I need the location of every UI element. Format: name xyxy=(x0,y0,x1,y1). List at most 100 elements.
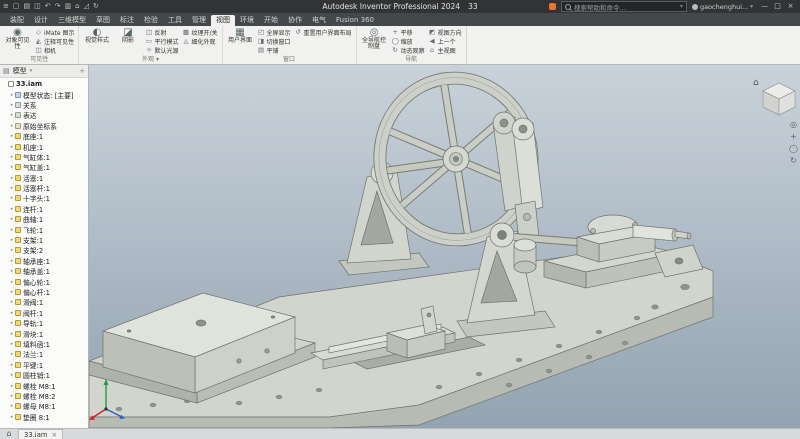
ribbon-small-button-imate[interactable]: ◇iMate 图示 xyxy=(35,28,74,36)
window-close-icon[interactable]: × xyxy=(784,0,797,13)
shadows-button[interactable]: ◪阴影 xyxy=(114,27,141,55)
navigation-wheel-button[interactable]: ◎全导航控制盘 xyxy=(361,27,388,55)
tree-row-7[interactable]: ▸气缸体:1 xyxy=(0,152,88,162)
tree-row-21[interactable]: ▸滑阀:1 xyxy=(0,297,88,307)
tree-row-8[interactable]: ▸气缸盖:1 xyxy=(0,162,88,172)
home-icon[interactable]: ⌂ xyxy=(75,0,79,13)
object-visibility-button[interactable]: ◉对象可见性 xyxy=(4,27,31,55)
user-interface-button[interactable]: ▦用户界面 xyxy=(227,27,254,55)
ribbon-tab-6[interactable]: 工具 xyxy=(163,15,187,26)
ribbon-small-button-switch-windows[interactable]: ◨切换窗口 xyxy=(258,37,291,45)
tree-row-14[interactable]: ▸飞轮:1 xyxy=(0,224,88,234)
tree-row-30[interactable]: ▸螺栓 M8:2 xyxy=(0,391,88,401)
tree-row-11[interactable]: ▸十字头:1 xyxy=(0,193,88,203)
ribbon-small-button-view-face[interactable]: ◩视图方向 xyxy=(429,28,462,36)
orbit-icon[interactable]: ↻ xyxy=(790,157,797,165)
visual-style-button[interactable]: ◐视觉样式 xyxy=(83,27,110,55)
tree-row-16[interactable]: ▸支架:2 xyxy=(0,245,88,255)
tree-row-28[interactable]: ▸圆柱销:1 xyxy=(0,370,88,380)
ribbon-small-button-camera[interactable]: ◫相机 xyxy=(35,46,74,54)
ribbon-small-button-clean-screen[interactable]: ◰全屏显示 xyxy=(258,28,291,36)
window-max-icon[interactable]: □ xyxy=(771,0,784,13)
model-eccentric[interactable] xyxy=(514,239,536,273)
open-file-icon[interactable]: ▤ xyxy=(24,0,31,13)
close-icon[interactable]: × xyxy=(51,431,57,439)
tree-row-13[interactable]: ▸曲轴:1 xyxy=(0,214,88,224)
ribbon-small-button-reflections[interactable]: ◫反射 xyxy=(145,28,178,36)
ribbon-tab-11[interactable]: 协作 xyxy=(283,15,307,26)
ribbon-small-button-reset-ui[interactable]: ↺重置用户界面布局 xyxy=(295,28,352,36)
tree-row-0[interactable]: 33.iam xyxy=(0,79,88,89)
tree-row-15[interactable]: ▸支架:1 xyxy=(0,235,88,245)
refresh-icon[interactable]: ↻ xyxy=(93,0,99,13)
ribbon-tab-4[interactable]: 标注 xyxy=(115,15,139,26)
ribbon-tab-2[interactable]: 三维模型 xyxy=(53,15,91,26)
ribbon-tab-13[interactable]: Fusion 360 xyxy=(331,15,379,26)
tree-label: 飞轮:1 xyxy=(23,225,43,235)
viewport-3d[interactable]: ⌂ ◎ + ◯ ↻ xyxy=(89,65,800,428)
ribbon-tab-3[interactable]: 草图 xyxy=(91,15,115,26)
browser-header[interactable]: ▤ 模型 ▾ + xyxy=(0,65,88,78)
ribbon-small-button-zoom[interactable]: ◯缩放 xyxy=(392,37,425,45)
ribbon-tab-10[interactable]: 开始 xyxy=(259,15,283,26)
ribbon-small-button-lighting[interactable]: ☼默认光源 xyxy=(145,46,178,54)
tree-row-29[interactable]: ▸螺栓 M8:1 xyxy=(0,380,88,390)
nav-wheel-icon[interactable]: ◎ xyxy=(790,121,797,129)
tree-row-25[interactable]: ▸填料函:1 xyxy=(0,339,88,349)
ribbon-tab-8[interactable]: 视图 xyxy=(211,15,235,26)
tree-row-12[interactable]: ▸连杆:1 xyxy=(0,204,88,214)
ribbon-tab-1[interactable]: 设计 xyxy=(29,15,53,26)
viewcube-home-icon[interactable]: ⌂ xyxy=(753,78,759,88)
tree-row-17[interactable]: ▸轴承座:1 xyxy=(0,256,88,266)
tree-row-32[interactable]: ▸垫圈 8:1 xyxy=(0,412,88,422)
ribbon-small-button-pan[interactable]: +平移 xyxy=(392,28,425,36)
zoom-icon[interactable]: ◯ xyxy=(789,145,798,153)
help-search-input[interactable]: 搜索帮助和命令… ▾ xyxy=(561,1,687,12)
ribbon-small-button-home-view[interactable]: ⌂主视图 xyxy=(429,46,462,54)
tree-row-24[interactable]: ▸滑块:1 xyxy=(0,328,88,338)
ribbon-tab-5[interactable]: 检验 xyxy=(139,15,163,26)
tree-row-2[interactable]: ▸关系 xyxy=(0,100,88,110)
print-icon[interactable]: ▥ xyxy=(65,0,72,13)
ribbon-small-button-annotation-visibility[interactable]: ◭注释可见性 xyxy=(35,37,74,45)
tree-row-18[interactable]: ▸轴承盖:1 xyxy=(0,266,88,276)
tree-row-19[interactable]: ▸偏心轮:1 xyxy=(0,276,88,286)
tree-row-31[interactable]: ▸螺母 M8:1 xyxy=(0,401,88,411)
tree-row-3[interactable]: ▸表达 xyxy=(0,110,88,120)
window-min-icon[interactable]: — xyxy=(758,0,771,13)
model-canvas[interactable]: ⌂ xyxy=(89,65,800,428)
user-account-button[interactable]: gaochenghui... ▾ xyxy=(692,3,753,11)
ribbon-tab-7[interactable]: 管理 xyxy=(187,15,211,26)
ribbon-small-button-tile[interactable]: ▤平铺 xyxy=(258,46,291,54)
tree-row-20[interactable]: ▸偏心杆:1 xyxy=(0,287,88,297)
ribbon-small-button-orbit[interactable]: ↻动态观察 xyxy=(392,46,425,54)
tree-row-10[interactable]: ▸活塞杆:1 xyxy=(0,183,88,193)
tree-row-1[interactable]: ▸模型状态: [主要] xyxy=(0,89,88,99)
tree-row-23[interactable]: ▸导轨:1 xyxy=(0,318,88,328)
ribbon-tab-0[interactable]: 装配 xyxy=(5,15,29,26)
tree-row-4[interactable]: ▸原始坐标系 xyxy=(0,121,88,131)
redo-icon[interactable]: ↷ xyxy=(55,0,61,13)
ribbon-small-button-refine[interactable]: ◬细化外观 xyxy=(183,37,218,45)
chevron-down-icon[interactable]: ▾ xyxy=(680,3,683,10)
ribbon-tab-12[interactable]: 电气 xyxy=(307,15,331,26)
ribbon-small-button-previous[interactable]: ◀上一个 xyxy=(429,37,462,45)
ribbon-small-button-textures[interactable]: ▩纹理开/关 xyxy=(183,28,218,36)
tree-row-9[interactable]: ▸活塞:1 xyxy=(0,173,88,183)
tree-row-26[interactable]: ▸法兰:1 xyxy=(0,349,88,359)
tree-row-5[interactable]: ▸底座:1 xyxy=(0,131,88,141)
app-menu-icon[interactable]: ≡ xyxy=(3,0,9,13)
undo-icon[interactable]: ↶ xyxy=(45,0,51,13)
ribbon-tab-9[interactable]: 环境 xyxy=(235,15,259,26)
new-file-icon[interactable]: ▢ xyxy=(13,0,20,13)
tree-row-6[interactable]: ▸机座:1 xyxy=(0,141,88,151)
chevron-down-icon[interactable]: ▾ xyxy=(30,68,33,74)
tree-row-22[interactable]: ▸阀杆:1 xyxy=(0,308,88,318)
pan-icon[interactable]: + xyxy=(790,133,797,141)
ribbon-button-label: 纹理开/关 xyxy=(192,28,218,37)
measure-icon[interactable]: ◿ xyxy=(84,0,89,13)
save-icon[interactable]: ◫ xyxy=(34,0,41,13)
tree-row-27[interactable]: ▸平键:1 xyxy=(0,360,88,370)
ribbon-small-button-orthographic[interactable]: ▭平行模式 xyxy=(145,37,178,45)
browser-add-icon[interactable]: + xyxy=(79,67,85,75)
